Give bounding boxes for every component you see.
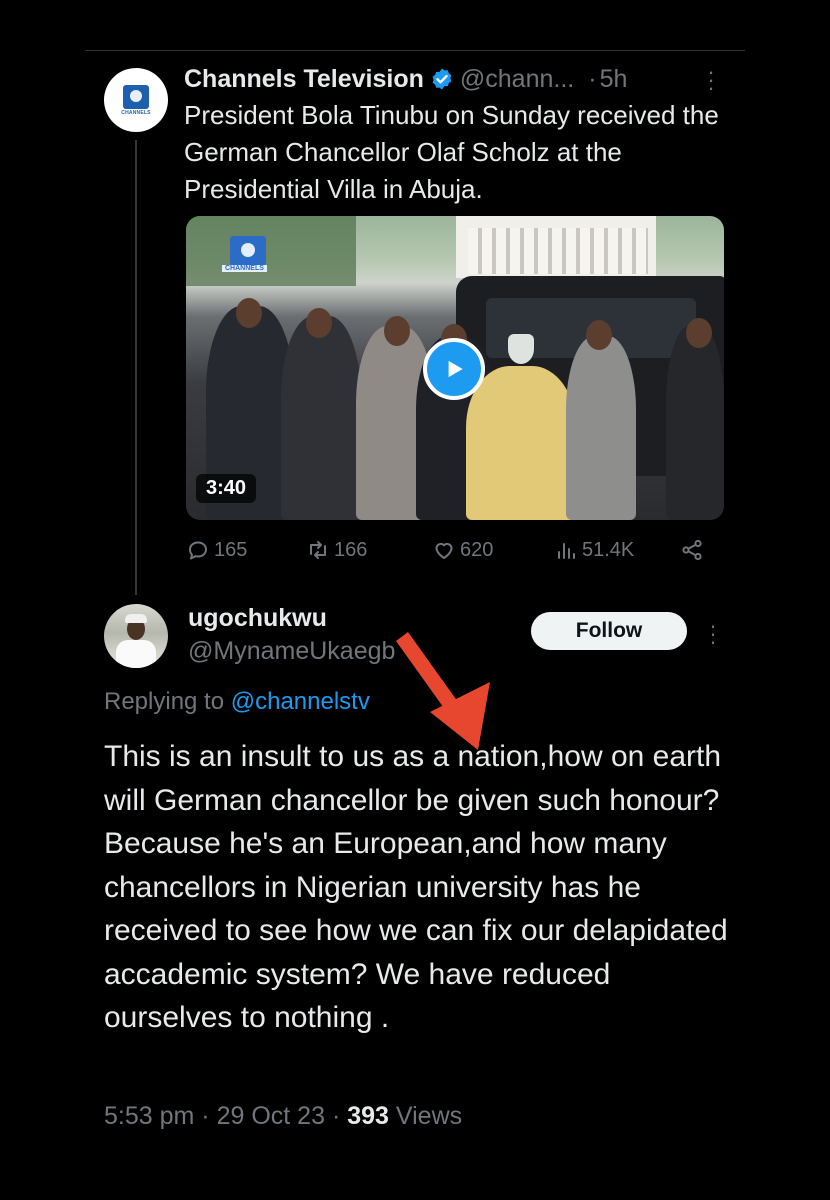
video-player[interactable]: CHANNELS 3:40 bbox=[186, 216, 724, 520]
reply-icon bbox=[189, 541, 207, 560]
tweet-text: President Bola Tinubu on Sunday received… bbox=[184, 100, 719, 204]
replying-prefix: Replying to bbox=[104, 688, 225, 715]
more-options-icon[interactable]: · · · bbox=[704, 61, 718, 99]
repost-action[interactable]: 166 bbox=[306, 538, 367, 562]
like-action[interactable]: 620 bbox=[432, 538, 493, 562]
repost-icon bbox=[310, 541, 326, 559]
time-separator: · bbox=[588, 64, 597, 93]
follow-button[interactable]: Follow bbox=[531, 612, 687, 650]
reply-count: 165 bbox=[214, 538, 248, 561]
reply-views-count: 393 bbox=[347, 1102, 389, 1130]
channels-logo-icon bbox=[123, 84, 149, 109]
user-avatar[interactable] bbox=[104, 604, 168, 668]
views-count: 51.4K bbox=[582, 538, 635, 561]
reply-more-options-icon[interactable]: · · · bbox=[706, 615, 720, 653]
like-count: 620 bbox=[460, 538, 494, 561]
heart-icon bbox=[435, 542, 453, 559]
reply-meta: 5:53 pm · 29 Oct 23 · 393 Views bbox=[104, 1102, 462, 1131]
share-icon bbox=[682, 539, 702, 561]
reply-views-label: Views bbox=[395, 1102, 463, 1130]
replying-to-line: Replying to @channelstv bbox=[104, 688, 370, 716]
play-icon bbox=[448, 360, 463, 378]
avatar-logo-label: CHANNELS bbox=[121, 109, 151, 116]
tweet-action-bar: 165 166 620 51.4K bbox=[186, 538, 706, 570]
views-action[interactable]: 51.4K bbox=[554, 538, 634, 562]
replying-to-mention[interactable]: @channelstv bbox=[231, 688, 370, 715]
reply-time[interactable]: 5:53 pm bbox=[104, 1102, 194, 1130]
reply-action[interactable]: 165 bbox=[186, 538, 247, 562]
top-divider bbox=[85, 50, 745, 51]
reply-author-handle[interactable]: @MynameUkaegb bbox=[188, 637, 418, 666]
tweet-time[interactable]: 5h bbox=[600, 65, 628, 94]
author-name[interactable]: Channels Television bbox=[184, 65, 424, 94]
meta-separator: · bbox=[331, 1102, 341, 1130]
share-action[interactable] bbox=[680, 538, 708, 562]
author-handle[interactable]: @chann... bbox=[460, 65, 574, 94]
video-duration: 3:40 bbox=[196, 474, 257, 503]
meta-separator: · bbox=[201, 1102, 210, 1130]
reply-text: This is an insult to us as a nation,how … bbox=[104, 740, 728, 1034]
channels-avatar[interactable]: CHANNELS bbox=[104, 68, 168, 132]
reply-date[interactable]: 29 Oct 23 bbox=[217, 1102, 325, 1130]
video-logo-label: CHANNELS bbox=[222, 265, 267, 272]
views-bar-chart-icon bbox=[558, 543, 575, 559]
repost-count: 166 bbox=[334, 538, 368, 561]
play-button[interactable] bbox=[423, 338, 485, 400]
reply-author-name[interactable]: ugochukwu bbox=[188, 604, 327, 633]
parent-tweet-header: Channels Television @chann... · 5h bbox=[184, 62, 627, 96]
verified-badge-icon bbox=[432, 68, 452, 90]
thread-connector-line bbox=[135, 140, 137, 595]
channels-watermark-icon bbox=[230, 236, 266, 266]
